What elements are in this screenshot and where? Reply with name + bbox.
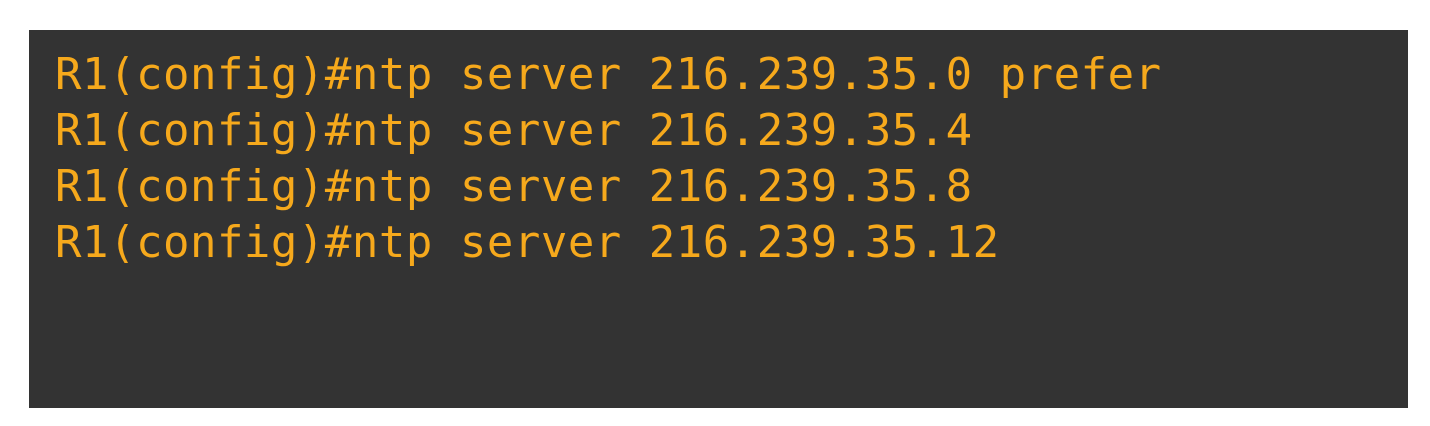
command-line: R1(config)#ntp server 216.239.35.8: [55, 161, 973, 212]
command-line: R1(config)#ntp server 216.239.35.0 prefe…: [55, 49, 1162, 100]
command-line: R1(config)#ntp server 216.239.35.12: [55, 217, 1000, 268]
command-line: R1(config)#ntp server 216.239.35.4: [55, 105, 973, 156]
terminal-window: R1(config)#ntp server 216.239.35.0 prefe…: [29, 30, 1408, 408]
